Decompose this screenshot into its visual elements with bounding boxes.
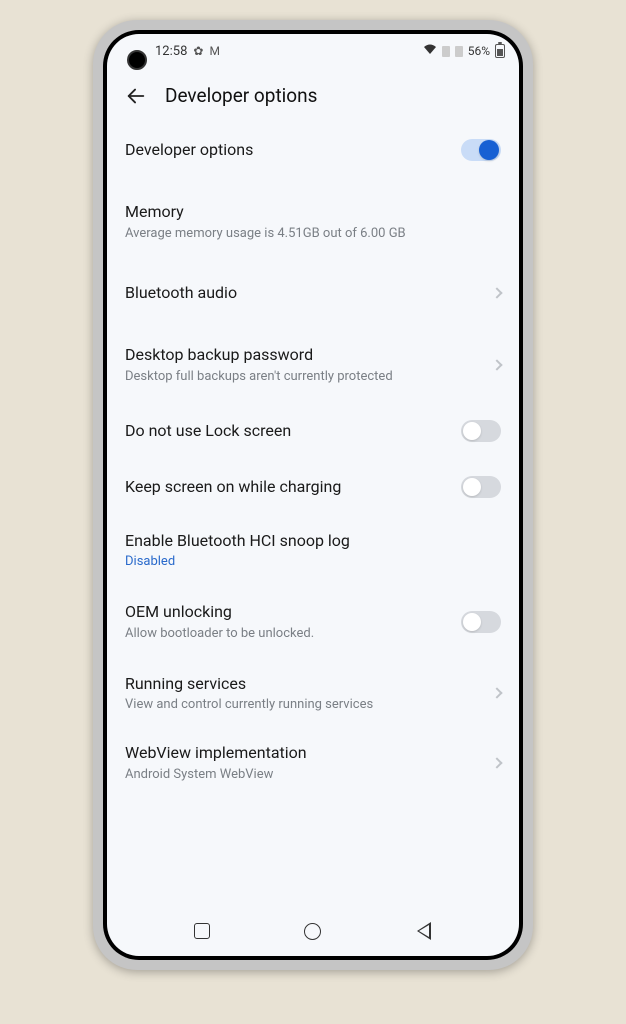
wifi-icon	[423, 44, 437, 58]
row-title: Keep screen on while charging	[125, 476, 461, 498]
toggle-lock-screen[interactable]	[461, 420, 501, 442]
phone-bezel: 12:58 ✿ M 56% Developer	[103, 30, 523, 960]
row-subtitle: Desktop full backups aren't currently pr…	[125, 369, 485, 386]
nav-home-button[interactable]	[303, 921, 323, 941]
row-title: WebView implementation	[125, 742, 485, 764]
nav-recent-button[interactable]	[192, 921, 212, 941]
row-memory[interactable]: Memory Average memory usage is 4.51GB ou…	[125, 175, 501, 256]
settings-list[interactable]: Developer options Memory Average memory …	[107, 125, 519, 910]
nav-back-button[interactable]	[414, 921, 434, 941]
row-oem-unlocking[interactable]: OEM unlocking Allow bootloader to be unl…	[125, 585, 501, 656]
navigation-bar	[107, 910, 519, 956]
sim-icon-2	[455, 46, 463, 57]
gear-icon: ✿	[193, 44, 203, 58]
gmail-icon: M	[209, 44, 219, 58]
row-title: Running services	[125, 673, 485, 695]
row-subtitle: Average memory usage is 4.51GB out of 6.…	[125, 226, 501, 243]
chevron-right-icon	[491, 359, 502, 370]
battery-percentage: 56%	[468, 44, 490, 58]
toggle-oem-unlocking[interactable]	[461, 611, 501, 633]
toggle-keep-screen-on[interactable]	[461, 476, 501, 498]
row-title: Developer options	[125, 139, 461, 161]
toggle-developer-options[interactable]	[461, 139, 501, 161]
screen: 12:58 ✿ M 56% Developer	[107, 34, 519, 956]
status-bar: 12:58 ✿ M 56%	[107, 34, 519, 68]
camera-hole	[127, 50, 147, 70]
row-title: Memory	[125, 201, 501, 223]
row-bluetooth-audio[interactable]: Bluetooth audio	[125, 256, 501, 318]
row-webview-implementation[interactable]: WebView implementation Android System We…	[125, 728, 501, 797]
chevron-right-icon	[491, 757, 502, 768]
chevron-right-icon	[491, 688, 502, 699]
page-header: Developer options	[107, 68, 519, 125]
back-button[interactable]	[125, 85, 147, 107]
row-title: Bluetooth audio	[125, 282, 485, 304]
row-keep-screen-on[interactable]: Keep screen on while charging	[125, 456, 501, 512]
page-title: Developer options	[165, 84, 317, 107]
chevron-right-icon	[491, 288, 502, 299]
row-title: Enable Bluetooth HCI snoop log	[125, 530, 501, 552]
row-title: Desktop backup password	[125, 344, 485, 366]
row-do-not-use-lock-screen[interactable]: Do not use Lock screen	[125, 400, 501, 456]
row-title: OEM unlocking	[125, 601, 461, 623]
row-subtitle: Android System WebView	[125, 767, 485, 784]
status-right: 56%	[423, 44, 505, 58]
row-desktop-backup-password[interactable]: Desktop backup password Desktop full bac…	[125, 318, 501, 399]
row-title: Do not use Lock screen	[125, 420, 461, 442]
sim-icon-1	[442, 46, 450, 57]
battery-icon	[495, 44, 505, 58]
status-left: 12:58 ✿ M	[155, 44, 220, 59]
phone-frame: 12:58 ✿ M 56% Developer	[93, 20, 533, 970]
row-developer-options[interactable]: Developer options	[125, 125, 501, 175]
row-subtitle: View and control currently running servi…	[125, 697, 485, 714]
row-hci-snoop-log[interactable]: Enable Bluetooth HCI snoop log Disabled	[125, 512, 501, 585]
row-subtitle: Disabled	[125, 554, 501, 571]
status-time: 12:58	[155, 44, 187, 59]
row-running-services[interactable]: Running services View and control curren…	[125, 657, 501, 728]
row-subtitle: Allow bootloader to be unlocked.	[125, 626, 461, 643]
